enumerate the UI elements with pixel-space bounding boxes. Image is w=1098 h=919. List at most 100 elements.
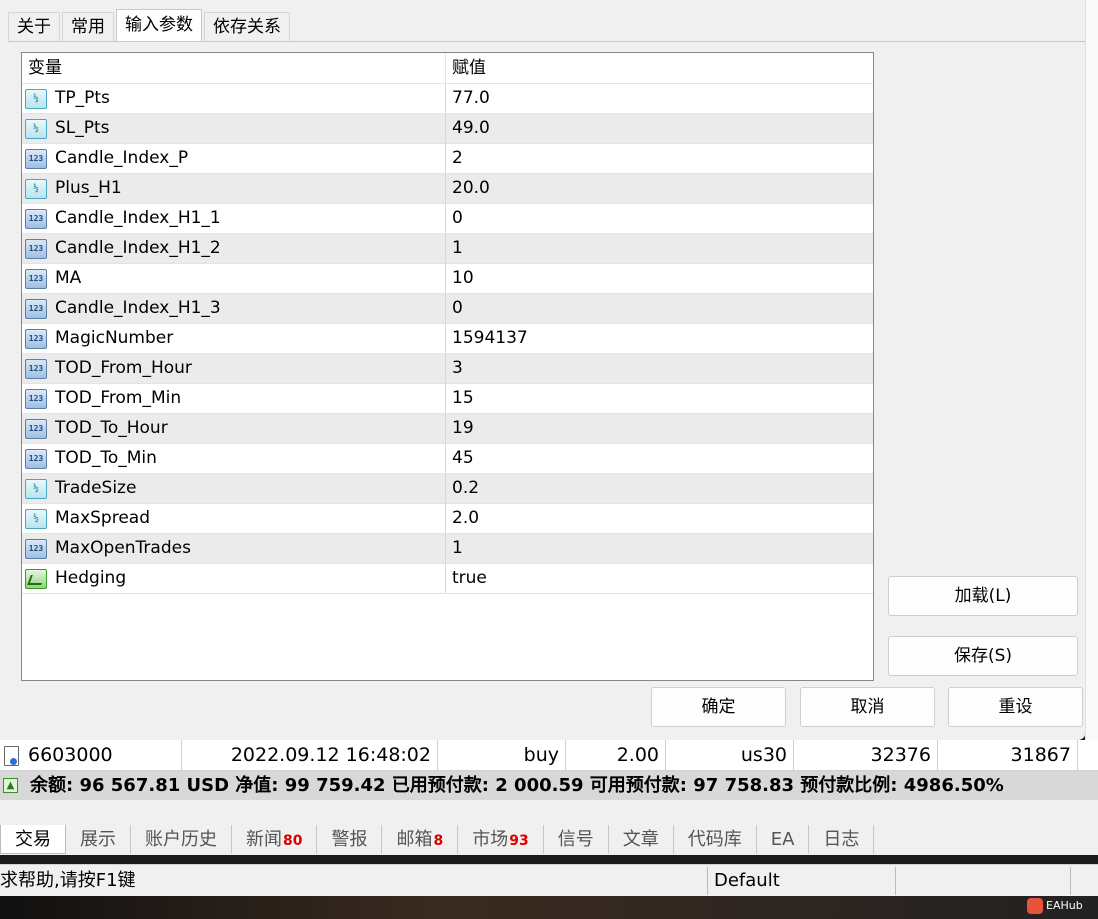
terminal-tab-label: 信号 bbox=[557, 829, 594, 850]
cancel-button[interactable]: 取消 bbox=[800, 687, 935, 727]
param-name-cell: 123 TOD_From_Hour bbox=[22, 354, 446, 383]
param-name: MaxSpread bbox=[55, 508, 151, 528]
terminal-tab[interactable]: EA bbox=[757, 825, 810, 854]
param-value[interactable]: 49.0 bbox=[446, 114, 872, 143]
param-value[interactable]: 45 bbox=[446, 444, 872, 473]
terminal-tab[interactable]: 信号 bbox=[544, 825, 609, 854]
terminal-tab[interactable]: 账户历史 bbox=[131, 825, 232, 854]
trade-row[interactable]: 6603000 2022.09.12 16:48:02 buy 2.00 us3… bbox=[0, 740, 1098, 771]
param-name-cell: 123 MA bbox=[22, 264, 446, 293]
terminal-tab[interactable]: 展示 bbox=[66, 825, 131, 854]
table-row[interactable]: ½ MaxSpread 2.0 bbox=[22, 504, 873, 534]
terminal-tab[interactable]: 交易 bbox=[0, 825, 66, 854]
integer-icon: 123 bbox=[25, 238, 47, 259]
table-row[interactable]: 123 TOD_From_Hour 3 bbox=[22, 354, 873, 384]
status-divider bbox=[895, 867, 896, 895]
param-value[interactable]: 0 bbox=[446, 294, 872, 323]
integer-icon: 123 bbox=[25, 268, 47, 289]
table-row[interactable]: ½ SL_Pts 49.0 bbox=[22, 114, 873, 144]
eahub-logo-icon bbox=[1027, 898, 1043, 914]
table-row[interactable]: 123 Candle_Index_H1_1 0 bbox=[22, 204, 873, 234]
terminal-tab-label: 代码库 bbox=[687, 829, 742, 850]
integer-icon: 123 bbox=[25, 328, 47, 349]
table-row[interactable]: 123 Candle_Index_H1_3 0 bbox=[22, 294, 873, 324]
param-value[interactable]: 1 bbox=[446, 534, 872, 563]
table-row[interactable]: ½ Plus_H1 20.0 bbox=[22, 174, 873, 204]
tab-dependencies[interactable]: 依存关系 bbox=[204, 12, 290, 41]
param-value[interactable]: true bbox=[446, 564, 872, 593]
integer-icon: 123 bbox=[25, 208, 47, 229]
param-name: TP_Pts bbox=[55, 88, 110, 108]
param-value[interactable]: 19 bbox=[446, 414, 872, 443]
ok-button[interactable]: 确定 bbox=[651, 687, 786, 727]
trade-volume: 2.00 bbox=[566, 740, 666, 770]
tab-common[interactable]: 常用 bbox=[62, 12, 114, 41]
watermark-text: EAHub bbox=[1046, 899, 1083, 912]
trade-symbol: us30 bbox=[666, 740, 794, 770]
integer-icon: 123 bbox=[25, 388, 47, 409]
param-name: MaxOpenTrades bbox=[55, 538, 191, 558]
param-value[interactable]: 0.2 bbox=[446, 474, 872, 503]
param-value[interactable]: 2.0 bbox=[446, 504, 872, 533]
terminal-tab[interactable]: 邮箱8 bbox=[382, 825, 459, 854]
spacer bbox=[0, 800, 1098, 825]
table-row[interactable]: 123 TOD_From_Min 15 bbox=[22, 384, 873, 414]
trade-ticket: 6603000 bbox=[0, 740, 182, 770]
param-name-cell: 123 Candle_Index_H1_1 bbox=[22, 204, 446, 233]
integer-icon: 123 bbox=[25, 418, 47, 439]
table-row[interactable]: 123 Candle_Index_H1_2 1 bbox=[22, 234, 873, 264]
table-row[interactable]: ½ TradeSize 0.2 bbox=[22, 474, 873, 504]
param-name-cell: 123 Candle_Index_H1_3 bbox=[22, 294, 446, 323]
tab-badge: 93 bbox=[509, 833, 529, 849]
table-row[interactable]: 123 MagicNumber 1594137 bbox=[22, 324, 873, 354]
terminal-tab-label: EA bbox=[770, 829, 795, 850]
table-row[interactable]: 123 MaxOpenTrades 1 bbox=[22, 534, 873, 564]
integer-icon: 123 bbox=[25, 298, 47, 319]
param-value[interactable]: 15 bbox=[446, 384, 872, 413]
terminal-tab[interactable]: 日志 bbox=[809, 825, 875, 854]
column-header-variable[interactable]: 变量 bbox=[22, 53, 446, 83]
reset-button[interactable]: 重设 bbox=[948, 687, 1083, 727]
table-row[interactable]: ½ TP_Pts 77.0 bbox=[22, 84, 873, 114]
parameters-table: 变量 赋值 ½ TP_Pts 77.0 ½ SL_Pts 49.0 123 Candle_In… bbox=[21, 52, 874, 681]
param-value[interactable]: 10 bbox=[446, 264, 872, 293]
param-name-cell: Hedging bbox=[22, 564, 446, 593]
load-button[interactable]: 加载(L) bbox=[888, 576, 1078, 616]
terminal-tab[interactable]: 代码库 bbox=[674, 825, 757, 854]
column-header-value[interactable]: 赋值 bbox=[446, 53, 872, 83]
param-value[interactable]: 2 bbox=[446, 144, 872, 173]
terminal-tab[interactable]: 市场93 bbox=[458, 825, 544, 854]
param-value[interactable]: 20.0 bbox=[446, 174, 872, 203]
param-name-cell: 123 TOD_To_Min bbox=[22, 444, 446, 473]
table-row[interactable]: 123 MA 10 bbox=[22, 264, 873, 294]
param-name-cell: 123 TOD_To_Hour bbox=[22, 414, 446, 443]
param-value[interactable]: 1 bbox=[446, 234, 872, 263]
param-name-cell: 123 Candle_Index_P bbox=[22, 144, 446, 173]
param-value[interactable]: 77.0 bbox=[446, 84, 872, 113]
table-row[interactable]: 123 TOD_To_Min 45 bbox=[22, 444, 873, 474]
param-value[interactable]: 3 bbox=[446, 354, 872, 383]
terminal-tab-label: 市场 bbox=[472, 829, 509, 850]
param-value[interactable]: 1594137 bbox=[446, 324, 872, 353]
param-name: TOD_From_Min bbox=[55, 388, 182, 408]
param-value[interactable]: 0 bbox=[446, 204, 872, 233]
table-row[interactable]: 123 Candle_Index_P 2 bbox=[22, 144, 873, 174]
integer-icon: 123 bbox=[25, 448, 47, 469]
integer-icon: 123 bbox=[25, 538, 47, 559]
param-name: TOD_To_Hour bbox=[55, 418, 168, 438]
terminal-tab[interactable]: 文章 bbox=[609, 825, 674, 854]
save-button[interactable]: 保存(S) bbox=[888, 636, 1078, 676]
trade-price-open: 32376 bbox=[794, 740, 938, 770]
param-name: MA bbox=[55, 268, 82, 288]
terminal-tab[interactable]: 警报 bbox=[317, 825, 383, 854]
param-name-cell: ½ MaxSpread bbox=[22, 504, 446, 533]
terminal-tab-label: 交易 bbox=[15, 829, 51, 850]
table-row[interactable]: 123 TOD_To_Hour 19 bbox=[22, 414, 873, 444]
param-name-cell: ½ Plus_H1 bbox=[22, 174, 446, 203]
table-row[interactable]: Hedging true bbox=[22, 564, 873, 594]
param-name: MagicNumber bbox=[55, 328, 174, 348]
param-name-cell: 123 TOD_From_Min bbox=[22, 384, 446, 413]
tab-about[interactable]: 关于 bbox=[8, 12, 60, 41]
terminal-tab[interactable]: 新闻80 bbox=[232, 825, 318, 854]
tab-inputs[interactable]: 输入参数 bbox=[116, 9, 202, 41]
